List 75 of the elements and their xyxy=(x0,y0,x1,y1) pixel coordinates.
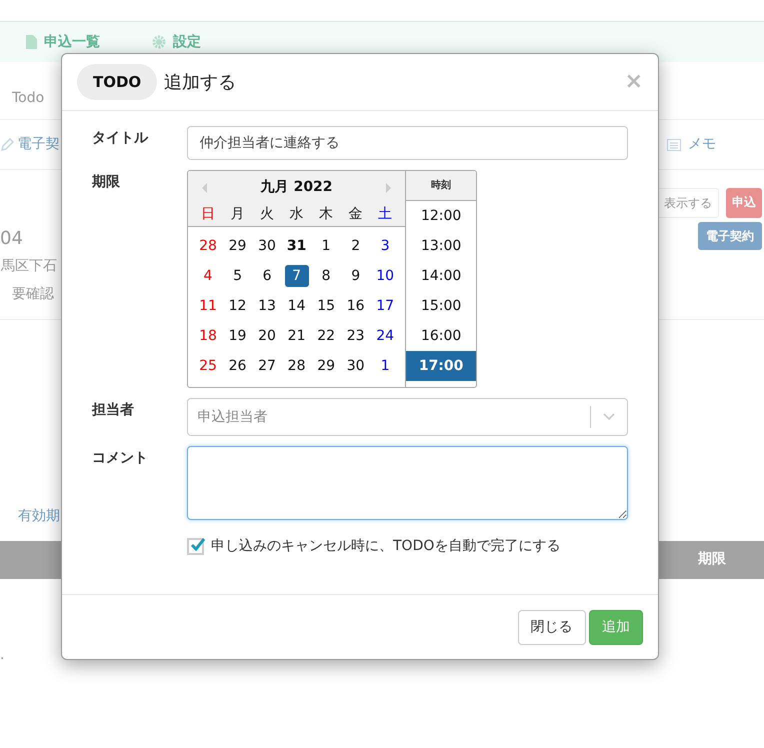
weekday-label: 土 xyxy=(377,205,394,224)
address-text: 馬区下石 xyxy=(1,256,57,276)
calendar-day[interactable]: 26 xyxy=(226,355,250,377)
calendar-day[interactable]: 16 xyxy=(344,295,368,317)
calendar-day[interactable]: 2 xyxy=(344,235,368,257)
calendar-day[interactable]: 29 xyxy=(314,355,338,377)
column-header: 期限 xyxy=(698,550,726,569)
next-month-icon[interactable] xyxy=(386,182,392,192)
calendar-day[interactable]: 27 xyxy=(255,355,280,377)
title-input[interactable]: 仲介担当者に連絡する xyxy=(186,126,628,160)
weekday-label: 日 xyxy=(200,205,216,224)
calendar-day[interactable]: 8 xyxy=(314,265,338,287)
calendar-day[interactable]: 7 xyxy=(284,265,309,287)
calendar-day[interactable]: 30 xyxy=(344,355,368,377)
status-text: 要確認 xyxy=(12,284,54,304)
field-label: 担当者 xyxy=(92,401,135,420)
calendar-day[interactable]: 17 xyxy=(373,295,398,317)
list-icon xyxy=(667,138,681,150)
calendar-day[interactable]: 22 xyxy=(314,325,338,347)
calendar-day[interactable]: 30 xyxy=(255,235,280,257)
calendar-day[interactable]: 23 xyxy=(344,325,368,347)
calendar-day[interactable]: 31 xyxy=(284,235,309,257)
field-label: 期限 xyxy=(92,173,121,192)
field-label: タイトル xyxy=(92,129,150,148)
calendar-day[interactable]: 1 xyxy=(373,355,398,377)
checkbox[interactable] xyxy=(187,538,204,555)
calendar-day[interactable]: 13 xyxy=(255,295,280,317)
calendar-day[interactable]: 18 xyxy=(196,325,220,347)
month-title: 九月 2022 xyxy=(260,178,333,197)
calendar-day[interactable]: 20 xyxy=(255,325,280,347)
time-option[interactable]: 16:00 xyxy=(406,321,476,351)
close-button[interactable]: 閉じる xyxy=(518,610,586,644)
calendar-day[interactable]: 14 xyxy=(284,295,309,317)
calendar-day[interactable]: 28 xyxy=(196,235,220,257)
checkbox-label: 申し込みのキャンセル時に、TODOを自動で完了にする xyxy=(211,537,560,556)
calendar-day[interactable]: 15 xyxy=(314,295,338,317)
weekday-label: 木 xyxy=(318,205,334,224)
select-placeholder: 申込担当者 xyxy=(198,408,269,426)
calendar-day[interactable]: 12 xyxy=(226,295,250,317)
calendar-day[interactable]: 28 xyxy=(284,355,309,377)
todo-badge: TODO xyxy=(77,64,158,100)
calendar-day[interactable]: 10 xyxy=(373,265,398,287)
time-header: 時刻 xyxy=(431,178,452,193)
calendar-day[interactable]: 24 xyxy=(373,325,398,347)
time-option[interactable]: 17:00 xyxy=(406,351,476,381)
heading-text: 04 xyxy=(0,227,23,251)
time-option[interactable]: 13:00 xyxy=(406,231,476,261)
pencil-icon xyxy=(0,138,14,152)
weekday-label: 金 xyxy=(348,205,364,224)
weekday-label: 火 xyxy=(259,205,276,224)
previous-month-icon[interactable] xyxy=(202,182,207,192)
field-label: コメント xyxy=(92,449,149,468)
calendar-day[interactable]: 3 xyxy=(373,235,398,257)
footer-text: . xyxy=(0,646,4,664)
gear-icon[interactable] xyxy=(152,35,166,49)
comment-textarea[interactable] xyxy=(186,446,628,520)
calendar-day[interactable]: 4 xyxy=(196,265,220,287)
modal-title: 追加する xyxy=(164,70,236,94)
calendar-day[interactable]: 9 xyxy=(344,265,368,287)
calendar-day[interactable]: 1 xyxy=(314,235,338,257)
calendar-day[interactable]: 19 xyxy=(226,325,250,347)
time-option[interactable]: 15:00 xyxy=(406,291,476,321)
assignee-select[interactable]: 申込担当者 xyxy=(186,398,628,436)
calendar-day[interactable]: 25 xyxy=(196,355,220,377)
time-option[interactable]: 12:00 xyxy=(406,201,476,231)
calendar-day[interactable]: 6 xyxy=(255,265,280,287)
time-option[interactable]: 14:00 xyxy=(406,261,476,291)
calendar-day[interactable]: 11 xyxy=(196,295,220,317)
chevron-down-icon xyxy=(603,413,615,421)
weekday-label: 水 xyxy=(288,205,305,224)
document-icon[interactable] xyxy=(26,35,37,49)
weekday-label: 月 xyxy=(230,205,246,224)
calendar-day[interactable]: 21 xyxy=(284,325,309,347)
calendar-day[interactable]: 5 xyxy=(226,265,250,287)
calendar-day[interactable]: 29 xyxy=(226,235,250,257)
